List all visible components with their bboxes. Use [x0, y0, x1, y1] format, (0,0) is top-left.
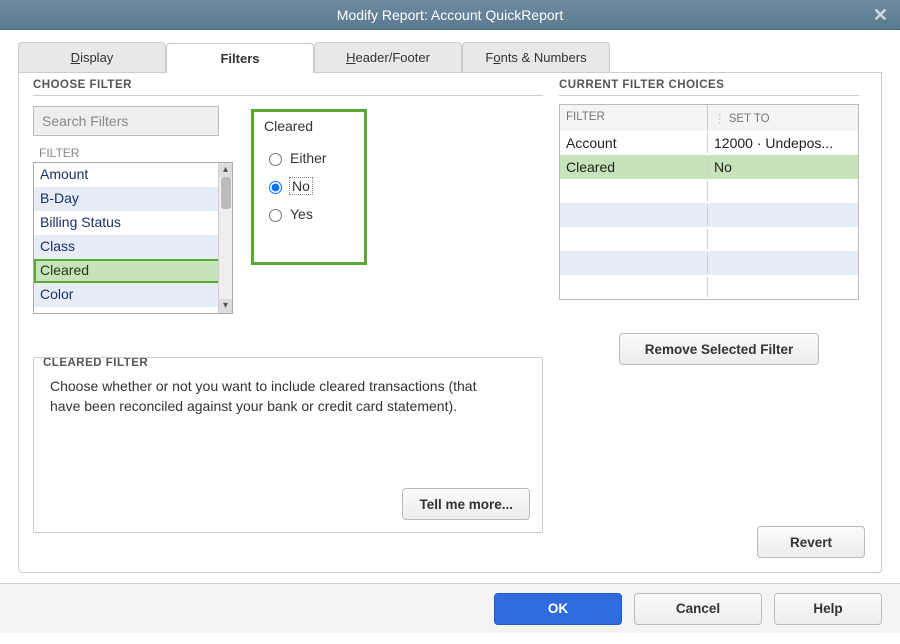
table-row[interactable] — [560, 179, 858, 203]
radio-either-input[interactable] — [269, 153, 282, 166]
radio-either[interactable]: Either — [264, 150, 354, 166]
table-header: FILTER ⋮ SET TO — [560, 105, 858, 131]
tab-filters[interactable]: Filters — [166, 43, 314, 73]
col-header-filter[interactable]: FILTER — [560, 105, 708, 131]
help-button[interactable]: Help — [774, 593, 882, 625]
cleared-filter-desc-group: CLEARED FILTER Choose whether or not you… — [33, 345, 543, 533]
scroll-down-icon[interactable]: ▾ — [219, 299, 232, 313]
radio-no-input[interactable] — [269, 181, 282, 194]
current-filter-choices-group: CURRENT FILTER CHOICES FILTER ⋮ SET TO A… — [559, 79, 859, 300]
remove-selected-filter-button[interactable]: Remove Selected Filter — [619, 333, 819, 365]
titlebar: Modify Report: Account QuickReport ✕ — [0, 0, 900, 30]
list-item[interactable]: Color — [34, 283, 220, 307]
cancel-button[interactable]: Cancel — [634, 593, 762, 625]
list-item[interactable]: B-Day — [34, 187, 220, 211]
table-row[interactable] — [560, 251, 858, 275]
filter-listbox[interactable]: Amount B-Day Billing Status Class Cleare… — [33, 162, 233, 314]
scrollbar[interactable]: ▴ ▾ — [218, 163, 232, 313]
radio-yes[interactable]: Yes — [264, 206, 354, 222]
choose-filter-label: CHOOSE FILTER — [33, 79, 543, 91]
tab-display[interactable]: Display — [18, 42, 166, 72]
scroll-up-icon[interactable]: ▴ — [219, 163, 232, 177]
table-row[interactable] — [560, 275, 858, 299]
choices-table: FILTER ⋮ SET TO Account 12000 · Undepos.… — [559, 104, 859, 300]
radio-no[interactable]: No — [264, 178, 354, 194]
filter-description-text: Choose whether or not you want to includ… — [50, 376, 510, 417]
scroll-thumb[interactable] — [221, 177, 231, 209]
ok-button[interactable]: OK — [494, 593, 622, 625]
radio-yes-input[interactable] — [269, 209, 282, 222]
table-row[interactable]: Account 12000 · Undepos... — [560, 131, 858, 155]
tab-fonts-numbers[interactable]: Fonts & Numbers — [462, 42, 610, 72]
search-input[interactable] — [33, 106, 219, 136]
window-title: Modify Report: Account QuickReport — [337, 7, 563, 23]
list-item[interactable]: Class — [34, 235, 220, 259]
list-item-selected[interactable]: Cleared — [34, 259, 220, 283]
list-item[interactable]: Billing Status — [34, 211, 220, 235]
revert-button[interactable]: Revert — [757, 526, 865, 558]
radio-panel-title: Cleared — [264, 118, 354, 134]
table-row-selected[interactable]: Cleared No — [560, 155, 858, 179]
tab-header-footer[interactable]: Header/Footer — [314, 42, 462, 72]
col-header-setto[interactable]: ⋮ SET TO — [708, 105, 858, 131]
tab-strip: Display Filters Header/Footer Fonts & Nu… — [18, 42, 882, 73]
tell-me-more-button[interactable]: Tell me more... — [402, 488, 530, 520]
dialog-button-bar: OK Cancel Help — [0, 583, 900, 633]
cleared-radio-panel: Cleared Either No Yes — [251, 109, 367, 265]
table-row[interactable] — [560, 227, 858, 251]
current-filter-choices-label: CURRENT FILTER CHOICES — [559, 79, 859, 91]
table-row[interactable] — [560, 203, 858, 227]
list-item[interactable]: Amount — [34, 163, 220, 187]
close-icon[interactable]: ✕ — [873, 5, 888, 26]
choose-filter-group: CHOOSE FILTER FILTER Amount B-Day Billin… — [33, 79, 543, 314]
tab-panel-filters: CHOOSE FILTER FILTER Amount B-Day Billin… — [18, 73, 882, 573]
